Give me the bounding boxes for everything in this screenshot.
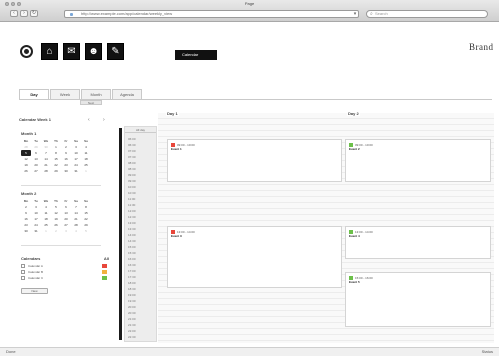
event-color-marker: [349, 142, 353, 147]
mini-cal-month-1: Month 1: [21, 131, 37, 136]
window-title: Page: [244, 1, 255, 6]
event-title: Event 3: [171, 234, 182, 238]
new-calendar-button[interactable]: New: [21, 288, 48, 294]
calendar-event[interactable]: 09:00 - 10:00 Event 1: [167, 139, 342, 182]
calendar-event[interactable]: 15:00 - 16:00 Event 5: [345, 272, 491, 327]
time-column: All day 06:00 06:30 07:00 07:30 08:00 08:30 09…: [124, 126, 157, 342]
calendar-day[interactable]: 29: [51, 168, 61, 174]
calendar-day[interactable]: 28: [41, 168, 51, 174]
mini-calendar-2: Mo Tu We Th Fr Sa Su 2 3 4 5 6 7 8 9 10 11 12 13 14 15 16 17 18…: [21, 198, 91, 234]
divider: [21, 245, 101, 246]
event-color-marker: [349, 229, 353, 234]
calendar-day[interactable]: 30: [21, 228, 31, 234]
home-icon[interactable]: ⌂: [41, 43, 58, 60]
legend-header: Calendars All: [21, 256, 109, 263]
app-icon-bar: ⌂ ✉ ☻ ✎: [20, 43, 124, 60]
address-bar[interactable]: http://www.example.com/app/calendar/week…: [64, 10, 359, 18]
prev-week-button[interactable]: ‹: [88, 117, 90, 123]
tab-week[interactable]: Week: [50, 89, 80, 99]
event-time: 13:00 - 14:00: [355, 229, 373, 234]
event-color-marker: [171, 229, 175, 234]
user-icon[interactable]: ☻: [85, 43, 102, 60]
nav-buttons: ‹ › ↻: [10, 10, 38, 17]
search-field[interactable]: ⌕ Search: [366, 10, 488, 18]
time-slot-label: 22:30: [128, 335, 136, 339]
event-time: 13:00 - 14:00: [177, 229, 195, 234]
next-week-button[interactable]: ›: [103, 117, 105, 123]
left-panel: Calendar Week 1 ‹ › Month 1 Mo Tu We Th Fr Sa…: [19, 117, 112, 342]
calendar-day[interactable]: 31: [31, 228, 41, 234]
divider: [21, 185, 101, 186]
day-column-header-1: Day 1: [166, 111, 179, 116]
status-left: Done: [6, 349, 16, 354]
event-color-marker: [171, 142, 175, 147]
view-tabs: Day Week Month Agenda: [19, 89, 142, 99]
mini-calendar-1: Mo Tu We Th Fr Sa Su 28 29 30 1 2 3 4 5 6 7 8 9 10 11 12 13 14 1…: [21, 138, 91, 174]
event-time: 09:00 - 10:00: [177, 142, 195, 147]
reload-button[interactable]: ↻: [30, 10, 38, 17]
tab-month[interactable]: Month: [81, 89, 111, 99]
calendar-day[interactable]: 30: [61, 168, 71, 174]
day-grid[interactable]: Day 1 Day 2 09:00 - 10:00 Event 1 09:00 - …: [158, 111, 494, 343]
calendar-day[interactable]: 5: [81, 228, 91, 234]
legend-label: Calendar B: [28, 270, 44, 274]
legend-action[interactable]: All: [104, 256, 109, 263]
tasks-icon[interactable]: ✎: [107, 43, 124, 60]
mini-cal-month-2: Month 2: [21, 191, 37, 196]
legend-rows: Calendar A Calendar B Calendar C: [21, 263, 109, 281]
calendar-event[interactable]: 13:00 - 14:00 Event 4: [345, 226, 491, 259]
legend-item[interactable]: Calendar C: [21, 275, 109, 281]
status-right: Status: [481, 349, 493, 354]
legend-title: Calendars: [21, 256, 41, 261]
calendar-day[interactable]: 1: [41, 228, 51, 234]
next-subtab[interactable]: Next: [80, 100, 102, 105]
browser-chrome: Page ‹ › ↻ http://www.example.com/app/ca…: [0, 0, 499, 22]
all-day-label: All day: [125, 127, 156, 133]
time-scrollbar[interactable]: [119, 128, 122, 340]
legend-checkbox[interactable]: [21, 270, 25, 274]
calendar-day[interactable]: 27: [31, 168, 41, 174]
tab-agenda[interactable]: Agenda: [112, 89, 142, 99]
back-button[interactable]: ‹: [10, 10, 18, 17]
calendar-day[interactable]: 3: [61, 228, 71, 234]
legend-label: Calendar C: [28, 276, 44, 280]
event-title: Event 5: [349, 280, 360, 284]
week-title: Calendar Week 1: [19, 117, 51, 122]
forward-button[interactable]: ›: [20, 10, 28, 17]
calendar-day[interactable]: 2: [51, 228, 61, 234]
calendar-day[interactable]: 26: [21, 168, 31, 174]
url-text: http://www.example.com/app/calendar/week…: [81, 11, 173, 16]
mail-icon[interactable]: ✉: [63, 43, 80, 60]
legend-checkbox[interactable]: [21, 264, 25, 268]
tab-day[interactable]: Day: [19, 89, 49, 99]
event-title: Event 4: [349, 234, 360, 238]
legend-checkbox[interactable]: [21, 276, 25, 280]
legend-color-swatch: [102, 276, 107, 280]
calendar-event[interactable]: 13:00 - 14:00 Event 3: [167, 226, 342, 288]
event-title: Event 2: [349, 147, 360, 151]
event-time: 09:00 - 10:00: [355, 142, 373, 147]
calendar-day[interactable]: 4: [71, 228, 81, 234]
app-logo-icon[interactable]: [20, 45, 33, 58]
search-icon: ⌕: [370, 11, 373, 17]
go-icon[interactable]: ▾: [352, 11, 358, 17]
status-bar: Done Status: [0, 347, 499, 356]
day-column-header-2: Day 2: [347, 111, 360, 116]
calendar-event[interactable]: 09:00 - 10:00 Event 2: [345, 139, 491, 182]
event-color-marker: [349, 275, 353, 280]
favicon-icon: [70, 13, 73, 16]
brand-logo: Brand: [469, 42, 494, 52]
event-title: Event 1: [171, 147, 182, 151]
calendar-day[interactable]: 31: [71, 168, 81, 174]
calendar-day[interactable]: 1: [81, 168, 91, 174]
calendar-legend: Calendars All Calendar A Calendar B Calend…: [21, 256, 109, 281]
legend-color-swatch: [102, 264, 107, 268]
legend-label: Calendar A: [28, 264, 43, 268]
legend-color-swatch: [102, 270, 107, 274]
search-placeholder: Search: [375, 11, 388, 16]
event-time: 15:00 - 16:00: [355, 275, 373, 280]
active-app-label[interactable]: Calendar: [175, 50, 217, 60]
